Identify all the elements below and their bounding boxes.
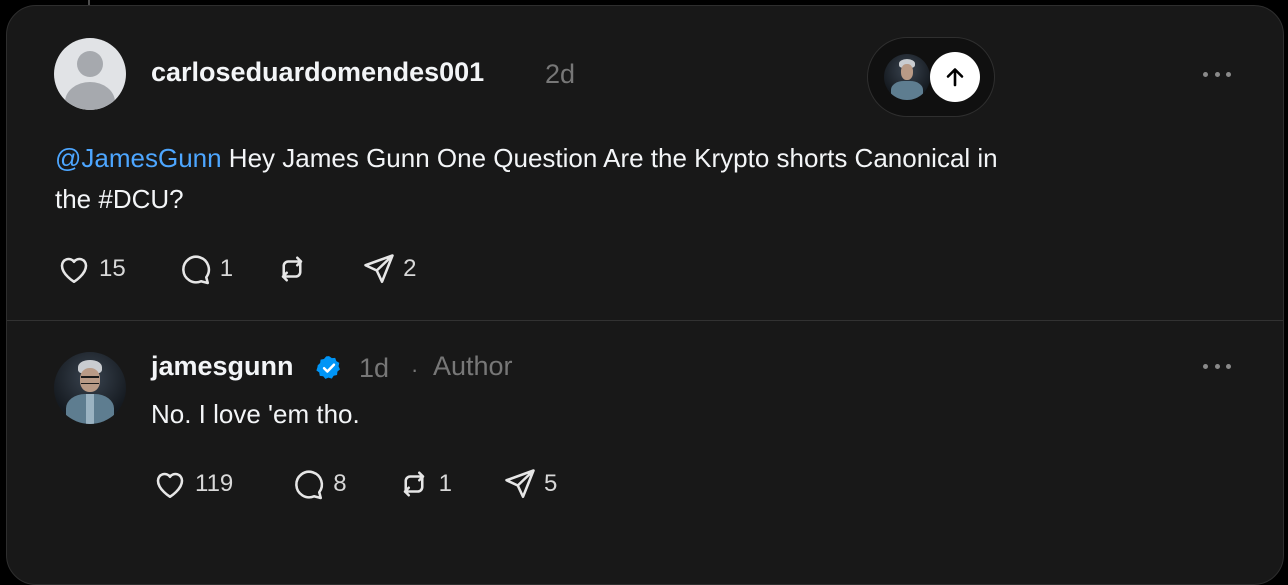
arrow-up-icon[interactable] xyxy=(930,52,980,102)
post-text: @JamesGunn Hey James Gunn One Question A… xyxy=(55,138,1205,220)
like-button[interactable]: 119 xyxy=(151,466,233,502)
share-button[interactable]: 2 xyxy=(361,251,416,287)
post-text-line1: Hey James Gunn One Question Are the Kryp… xyxy=(221,143,998,173)
repost-count: 1 xyxy=(438,470,452,497)
reply-actions: 119 8 1 5 xyxy=(151,466,557,502)
share-button[interactable]: 5 xyxy=(502,466,557,502)
repost-button[interactable] xyxy=(273,251,317,287)
comment-icon xyxy=(181,255,210,285)
meta-separator: · xyxy=(411,357,419,382)
default-avatar-head xyxy=(77,51,103,77)
reply-count: 8 xyxy=(333,470,347,497)
share-icon xyxy=(364,254,394,284)
pill-avatar xyxy=(884,54,930,100)
like-button[interactable]: 15 xyxy=(55,251,126,287)
share-count: 2 xyxy=(403,255,417,282)
more-icon[interactable] xyxy=(1203,362,1231,370)
post-text-line2: the #DCU? xyxy=(55,184,184,214)
divider xyxy=(7,320,1283,321)
like-count: 15 xyxy=(99,255,126,282)
reply-button[interactable]: 8 xyxy=(289,466,347,502)
post-actions: 15 1 2 xyxy=(55,251,416,287)
reply-button[interactable]: 1 xyxy=(176,251,233,287)
scroll-to-top-pill[interactable] xyxy=(867,37,995,117)
verified-badge-icon xyxy=(316,356,340,379)
reply-count: 1 xyxy=(219,255,234,282)
repost-button[interactable]: 1 xyxy=(395,466,452,502)
reply-timestamp[interactable]: 1d xyxy=(359,353,389,384)
more-icon[interactable] xyxy=(1203,70,1231,78)
share-count: 5 xyxy=(543,470,558,497)
author-label: Author xyxy=(433,351,513,381)
heart-icon xyxy=(60,257,88,284)
avatar[interactable] xyxy=(54,38,126,110)
default-avatar-body xyxy=(65,82,115,110)
mention-link[interactable]: @JamesGunn xyxy=(55,143,222,173)
like-count: 119 xyxy=(195,470,234,497)
heart-icon xyxy=(156,472,184,499)
thread-card: carloseduardomendes001 2d @JamesGunn Hey… xyxy=(6,5,1284,585)
repost-icon xyxy=(403,471,424,497)
comment-icon xyxy=(295,470,324,500)
repost-icon xyxy=(281,256,303,282)
post-username[interactable]: carloseduardomendes001 xyxy=(151,57,484,88)
avatar[interactable] xyxy=(54,352,126,424)
reply-text: No. I love 'em tho. xyxy=(151,399,360,429)
post-timestamp[interactable]: 2d xyxy=(545,59,575,90)
share-icon xyxy=(505,469,535,499)
reply-username[interactable]: jamesgunn xyxy=(151,351,294,382)
